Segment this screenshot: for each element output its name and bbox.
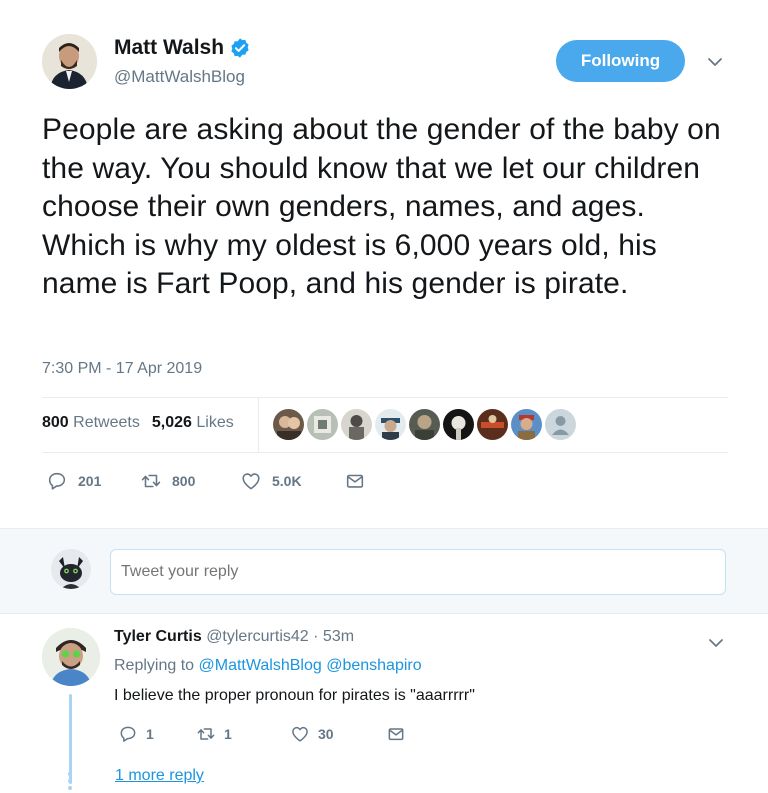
reply-author-handle[interactable]: @tylercurtis42 bbox=[206, 628, 309, 645]
heart-icon bbox=[292, 726, 308, 742]
liker-avatar[interactable] bbox=[511, 409, 542, 440]
thread-line bbox=[69, 694, 72, 784]
retweet-count: 1 bbox=[224, 726, 232, 742]
likes-stat[interactable]: 5,026 Likes bbox=[152, 414, 234, 432]
reply-text: I believe the proper pronoun for pirates… bbox=[114, 687, 475, 704]
retweets-stat[interactable]: 800 Retweets bbox=[42, 414, 140, 432]
retweet-icon bbox=[197, 728, 215, 740]
liker-avatar[interactable] bbox=[307, 409, 338, 440]
reply-header: Tyler Curtis @tylercurtis42 · 53m bbox=[114, 628, 354, 646]
direct-message-action[interactable] bbox=[386, 724, 406, 744]
reply-time[interactable]: · 53m bbox=[313, 628, 354, 645]
tweet-actions: 201 800 5.0K bbox=[46, 470, 366, 492]
liker-avatar[interactable] bbox=[375, 409, 406, 440]
envelope-icon bbox=[346, 474, 364, 488]
chevron-down-icon[interactable] bbox=[704, 54, 726, 70]
liker-avatar[interactable] bbox=[443, 409, 474, 440]
envelope-icon bbox=[388, 728, 404, 741]
liker-avatar[interactable] bbox=[273, 409, 304, 440]
heart-icon bbox=[242, 473, 260, 490]
more-replies-link[interactable]: 1 more reply bbox=[115, 767, 204, 785]
retweets-label: Retweets bbox=[73, 414, 140, 431]
tweet-timestamp[interactable]: 7:30 PM - 17 Apr 2019 bbox=[42, 360, 202, 378]
liker-avatar[interactable] bbox=[409, 409, 440, 440]
reply-count: 201 bbox=[78, 473, 102, 489]
reply-tweet-actions: 1 1 30 bbox=[118, 724, 406, 744]
liker-avatar[interactable] bbox=[477, 409, 508, 440]
tweet-stats: 800 Retweets 5,026 Likes bbox=[42, 414, 234, 432]
likers-avatars bbox=[273, 409, 576, 440]
reply-tweet: Tyler Curtis @tylercurtis42 · 53m Replyi… bbox=[0, 614, 768, 793]
mention-link[interactable]: @benshapiro bbox=[326, 657, 421, 674]
retweet-count: 800 bbox=[172, 473, 196, 489]
replying-to: Replying to @MattWalshBlog @benshapiro bbox=[114, 657, 422, 675]
reply-author-name[interactable]: Tyler Curtis bbox=[114, 628, 202, 645]
reply-input[interactable] bbox=[110, 549, 726, 595]
reply-icon bbox=[120, 726, 136, 742]
current-user-avatar[interactable] bbox=[51, 549, 91, 589]
likes-count: 5,026 bbox=[151, 414, 192, 431]
like-count: 5.0K bbox=[272, 473, 302, 489]
likes-label: Likes bbox=[196, 414, 234, 431]
replying-to-prefix: Replying to bbox=[114, 657, 195, 674]
author-name-label[interactable]: Matt Walsh bbox=[114, 36, 224, 60]
mention-link[interactable]: @MattWalshBlog bbox=[199, 657, 322, 674]
following-button[interactable]: Following bbox=[556, 40, 685, 82]
like-count: 30 bbox=[318, 726, 334, 742]
chevron-down-icon[interactable] bbox=[707, 636, 725, 650]
liker-avatar-default[interactable] bbox=[545, 409, 576, 440]
verified-badge-icon bbox=[231, 38, 249, 58]
divider bbox=[42, 397, 728, 398]
reply-action[interactable]: 1 bbox=[118, 724, 196, 744]
main-tweet: Matt Walsh @MattWalshBlog Following Peop… bbox=[0, 0, 768, 528]
like-action[interactable]: 30 bbox=[290, 724, 386, 744]
divider bbox=[42, 452, 728, 453]
retweet-action[interactable]: 800 bbox=[140, 470, 240, 492]
stats-divider bbox=[258, 398, 259, 452]
like-action[interactable]: 5.0K bbox=[240, 470, 344, 492]
author-name[interactable]: Matt Walsh bbox=[114, 36, 251, 60]
retweets-count: 800 bbox=[42, 414, 69, 431]
thread-dots bbox=[68, 772, 73, 793]
tweet-text: People are asking about the gender of th… bbox=[42, 113, 721, 301]
liker-avatar[interactable] bbox=[341, 409, 372, 440]
reply-icon bbox=[48, 472, 66, 490]
reply-compose bbox=[0, 528, 768, 614]
retweet-icon bbox=[141, 474, 161, 488]
direct-message-action[interactable] bbox=[344, 470, 366, 492]
reply-count: 1 bbox=[146, 726, 154, 742]
reply-author-avatar[interactable] bbox=[42, 628, 100, 686]
author-handle[interactable]: @MattWalshBlog bbox=[114, 67, 245, 87]
retweet-action[interactable]: 1 bbox=[196, 724, 290, 744]
author-avatar[interactable] bbox=[42, 34, 97, 89]
reply-action[interactable]: 201 bbox=[46, 470, 140, 492]
